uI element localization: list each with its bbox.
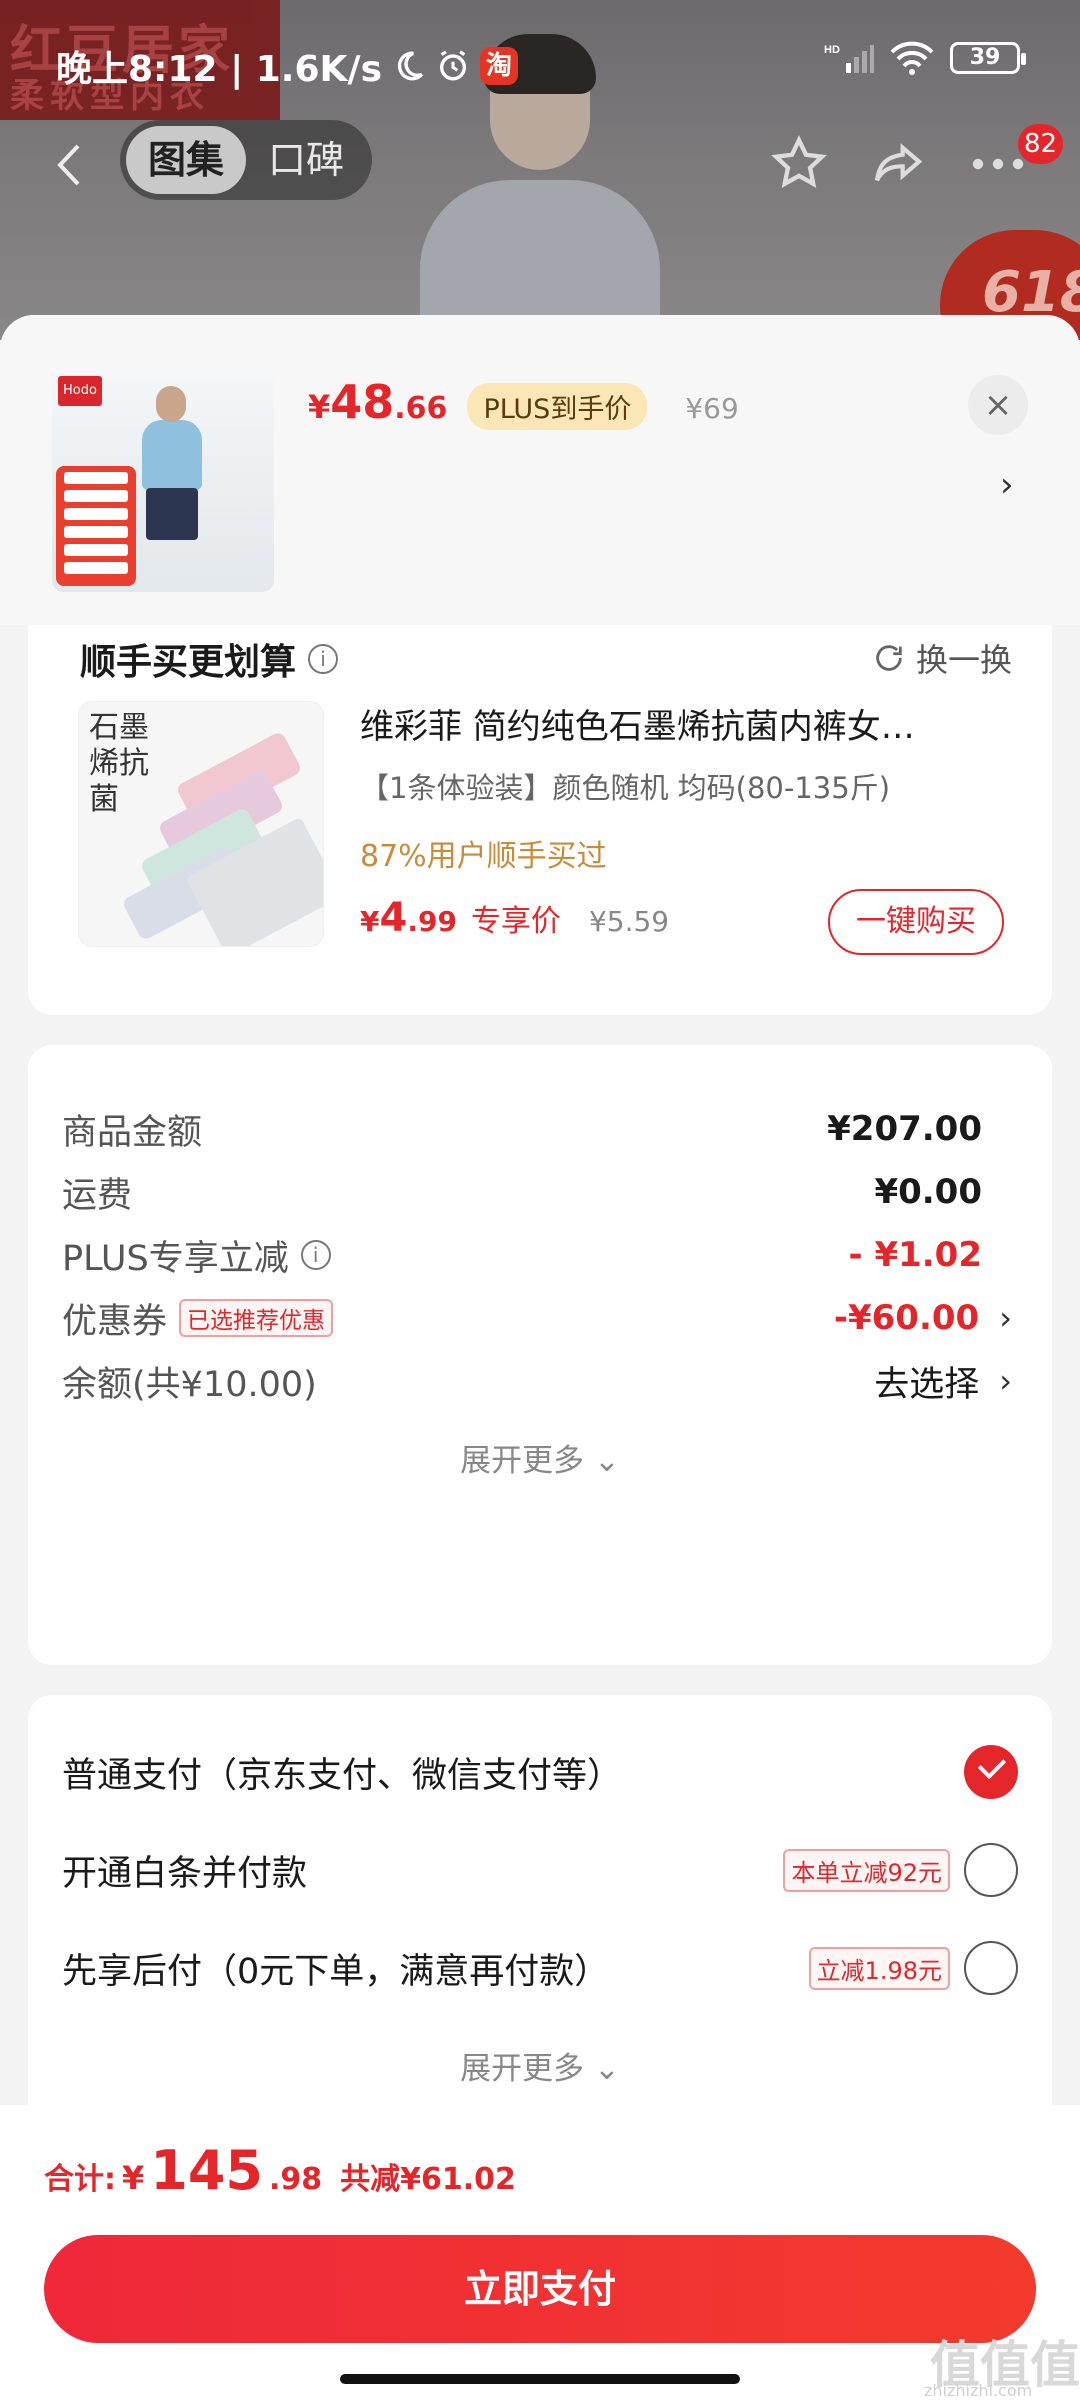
one-click-buy-button[interactable]: 一键购买: [828, 889, 1004, 955]
back-arrow-icon[interactable]: [50, 140, 90, 190]
addon-product-name[interactable]: 维彩菲 简约纯色石墨烯抗菌内裤女…: [360, 699, 1000, 748]
addon-recommendation-card: 顺手买更划算 i 换一换 石墨烯抗菌 维彩菲 简约纯色石墨烯抗菌内裤女… 【1条…: [28, 625, 1052, 1015]
tab-gallery[interactable]: 图集: [126, 126, 246, 194]
addon-product-image[interactable]: 石墨烯抗菌: [78, 701, 324, 947]
addon-price-row: ¥4.99 专享价 ¥5.59: [360, 895, 669, 941]
signal-icon: HD: [824, 44, 874, 73]
radio-unselected[interactable]: [964, 1941, 1018, 1995]
addon-img-text: 石墨烯抗菌: [89, 710, 149, 817]
balance-label: 余额(共¥10.00): [62, 1364, 317, 1405]
payment-option-label: 普通支付（京东支付、微信支付等）: [62, 1755, 623, 1796]
goods-amount-row: 商品金额 ¥207.00: [62, 1099, 1012, 1159]
product-price: ¥48.66: [308, 375, 448, 429]
home-indicator[interactable]: [340, 2374, 740, 2384]
alarm-icon: [439, 50, 467, 81]
share-icon[interactable]: [870, 136, 926, 192]
amount-breakdown-card: 商品金额 ¥207.00 运费 ¥0.00 PLUS专享立减 i - ¥1.02…: [28, 1045, 1052, 1665]
wifi-icon: [890, 41, 934, 75]
refresh-icon: [876, 645, 902, 671]
balance-row[interactable]: 余额(共¥10.00) 去选择 ›: [62, 1351, 1012, 1411]
addon-original-price: ¥5.59: [588, 905, 670, 938]
original-price: ¥69: [685, 392, 739, 425]
expand-more-amounts[interactable]: 展开更多 ⌄: [28, 1435, 1052, 1480]
battery-indicator: 39: [950, 42, 1026, 74]
product-nav-bar: 图集 口碑 82: [0, 120, 1080, 210]
shipping-row: 运费 ¥0.00: [62, 1162, 1012, 1222]
close-icon[interactable]: ×: [968, 375, 1028, 435]
product-thumbnail[interactable]: Hodo: [52, 370, 274, 592]
checkout-sheet: Hodo ¥48.66 PLUS到手价 ¥69 × › 顺手买更划算 i 换一换…: [0, 315, 1080, 2400]
thumb-promo-panel: [56, 466, 136, 586]
total-amount: 145: [150, 2139, 263, 2202]
payment-option-pay-later[interactable]: 先享后付（0元下单，满意再付款） 立减1.98元: [62, 1935, 1018, 2001]
product-price-row: ¥48.66 PLUS到手价 ¥69: [308, 375, 739, 430]
exclusive-price-label: 专享价: [470, 904, 561, 939]
shipping-value: ¥0.00: [874, 1172, 982, 1212]
svg-text:HD: HD: [824, 44, 840, 56]
total-saved: 共减¥61.02: [340, 2162, 516, 2197]
taobao-notification-icon: 淘: [480, 47, 519, 85]
coupon-recommended-tag: 已选推荐优惠: [179, 1299, 334, 1337]
plus-discount-row: PLUS专享立减 i - ¥1.02: [62, 1225, 1012, 1285]
goods-amount-value: ¥207.00: [827, 1109, 982, 1149]
balance-select: 去选择 ›: [874, 1362, 1012, 1405]
addon-title: 顺手买更划算 i: [80, 633, 339, 685]
swap-button[interactable]: 换一换: [872, 635, 1012, 681]
moon-icon: [397, 51, 424, 81]
goods-amount-label: 商品金额: [62, 1112, 203, 1153]
payment-option-baitiao[interactable]: 开通白条并付款 本单立减92元: [62, 1837, 1018, 1903]
baitiao-discount-tag: 本单立减92元: [783, 1848, 950, 1892]
payment-option-normal[interactable]: 普通支付（京东支付、微信支付等）: [62, 1739, 1018, 1805]
shipping-label: 运费: [62, 1175, 133, 1216]
order-total: 合计: ¥145.98 共减¥61.02: [44, 2139, 516, 2202]
payment-option-label: 先享后付（0元下单，满意再付款）: [62, 1951, 610, 1992]
pay-later-discount-tag: 立减1.98元: [808, 1946, 950, 1990]
status-time: 晚上8:12 | 1.6K/s: [56, 49, 383, 90]
hodo-logo: Hodo: [58, 376, 102, 406]
addon-price: ¥4.99: [360, 895, 457, 941]
chevron-right-icon: ›: [999, 1362, 1012, 1400]
total-label: 合计:: [44, 2162, 116, 2197]
coupon-row[interactable]: 优惠券 已选推荐优惠 -¥60.00 ›: [62, 1288, 1012, 1348]
status-bar: 晚上8:12 | 1.6K/s 淘 HD 39: [0, 0, 1080, 120]
plus-discount-value: - ¥1.02: [848, 1235, 983, 1275]
chevron-right-icon[interactable]: ›: [1000, 465, 1014, 505]
coupon-value: -¥60.00 ›: [833, 1298, 1012, 1338]
coupon-label: 优惠券 已选推荐优惠: [62, 1293, 334, 1344]
payment-option-label: 开通白条并付款: [62, 1853, 308, 1894]
swap-label: 换一换: [915, 641, 1012, 679]
radio-unselected[interactable]: [964, 1843, 1018, 1897]
radio-selected[interactable]: [964, 1745, 1018, 1799]
gallery-reviews-switch: 图集 口碑: [120, 120, 372, 200]
plus-price-pill: PLUS到手价: [467, 383, 648, 430]
star-favorite-icon[interactable]: [770, 134, 828, 192]
info-icon[interactable]: i: [308, 644, 339, 674]
plus-discount-label: PLUS专享立减 i: [62, 1230, 331, 1281]
expand-more-payments[interactable]: 展开更多 ⌄: [28, 2043, 1052, 2088]
addon-product-spec: 【1条体验装】颜色随机 均码(80-135斤): [360, 771, 891, 805]
checkout-footer: 合计: ¥145.98 共减¥61.02 立即支付 值值值 zhizhizhi.…: [0, 2105, 1080, 2400]
pay-now-button[interactable]: 立即支付: [44, 2235, 1036, 2343]
addon-social-proof: 87%用户顺手买过: [360, 839, 607, 874]
chevron-right-icon: ›: [999, 1299, 1012, 1337]
product-summary: Hodo ¥48.66 PLUS到手价 ¥69 × ›: [0, 315, 1080, 625]
info-icon[interactable]: i: [300, 1240, 331, 1270]
tab-reviews[interactable]: 口碑: [246, 126, 366, 194]
message-count-badge: 82: [1018, 124, 1064, 164]
watermark-url: zhizhizhi.com: [924, 2381, 1033, 2400]
